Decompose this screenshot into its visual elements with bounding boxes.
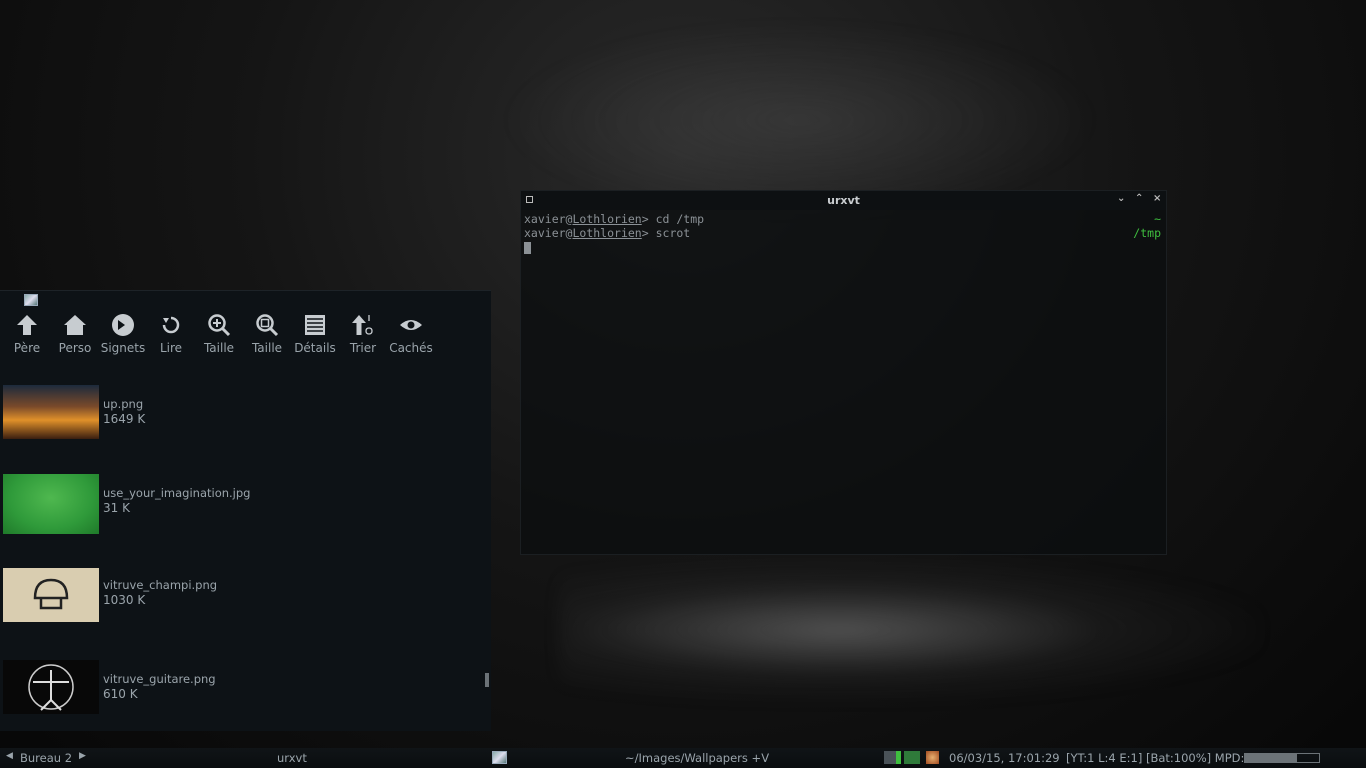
- taskbar-window-urxvt[interactable]: urxvt: [277, 751, 307, 765]
- workspace-name[interactable]: Bureau 2: [20, 751, 72, 765]
- monitor-tray-icon[interactable]: [884, 751, 896, 764]
- parent-button[interactable]: Père: [3, 313, 51, 357]
- right-prompt-path: /tmp: [1133, 226, 1161, 240]
- file-size: 1030 K: [103, 593, 146, 607]
- right-prompt-path: ~: [1154, 212, 1161, 226]
- app-tray-icon[interactable]: [926, 751, 939, 764]
- list-item[interactable]: up.png 1649 K: [3, 385, 483, 445]
- battery-tray-icon[interactable]: [896, 751, 901, 764]
- hidden-files-button[interactable]: Cachés: [387, 313, 435, 357]
- close-button[interactable]: ×: [1153, 193, 1161, 204]
- refresh-icon: [147, 313, 195, 337]
- toolbar-label: Père: [13, 341, 41, 355]
- list-item[interactable]: vitruve_champi.png 1030 K: [3, 568, 483, 628]
- prompt-user: xavier: [524, 226, 566, 240]
- up-arrow-icon: [3, 313, 51, 337]
- toolbar-label: Perso: [58, 341, 92, 355]
- download-tray-icon[interactable]: [904, 751, 920, 764]
- prev-workspace-icon[interactable]: ◀: [6, 751, 13, 761]
- file-name: up.png: [103, 397, 144, 411]
- details-button[interactable]: Détails: [291, 313, 339, 357]
- taskbar: ◀ Bureau 2 ▶ urxvt ~/Images/Wallpapers +…: [0, 748, 1366, 768]
- thumbnail: [3, 385, 99, 439]
- prompt-host: Lothlorien: [572, 212, 642, 226]
- file-name: vitruve_champi.png: [103, 578, 218, 592]
- list-item[interactable]: vitruve_guitare.png 610 K: [3, 660, 483, 720]
- bookmark-icon: [99, 313, 147, 337]
- file-manager-task-icon[interactable]: [492, 751, 507, 764]
- reload-button[interactable]: Lire: [147, 313, 195, 357]
- home-button[interactable]: Perso: [51, 313, 99, 357]
- home-icon: [51, 313, 99, 337]
- terminal-command: cd /tmp: [655, 212, 705, 226]
- toolbar-label: Lire: [159, 341, 183, 355]
- minimize-button[interactable]: ⌄: [1117, 193, 1125, 204]
- file-manager-window[interactable]: Père Perso Signets Lire Taille Taille Dé…: [0, 290, 491, 731]
- prompt-symbol: >: [641, 226, 656, 240]
- file-size: 610 K: [103, 687, 138, 701]
- next-workspace-icon[interactable]: ▶: [79, 751, 86, 761]
- zoom-in-icon: [195, 313, 243, 337]
- terminal-line: xavier@Lothlorien> scrot/tmp: [524, 226, 1163, 240]
- file-name: use_your_imagination.jpg: [103, 486, 251, 500]
- file-size: 31 K: [103, 501, 130, 515]
- terminal-titlebar[interactable]: urxvt ⌄ ⌃ ×: [521, 191, 1166, 210]
- thumbnail: [3, 474, 99, 534]
- zoom-in-button[interactable]: Taille: [195, 313, 243, 357]
- toolbar-label: Détails: [294, 341, 336, 355]
- prompt-symbol: >: [641, 212, 656, 226]
- details-icon: [291, 313, 339, 337]
- thumbnail: [3, 568, 99, 622]
- terminal-line: xavier@Lothlorien> cd /tmp ~: [524, 212, 1163, 226]
- sort-button[interactable]: Trier: [339, 313, 387, 357]
- maximize-button[interactable]: ⌃: [1135, 193, 1143, 204]
- bookmarks-button[interactable]: Signets: [99, 313, 147, 357]
- toolbar-label: Taille: [203, 341, 235, 355]
- toolbar-label: Signets: [100, 341, 146, 355]
- mpd-progress-fill: [1245, 754, 1297, 762]
- file-size: 1649 K: [103, 412, 146, 426]
- mpd-progress-bar[interactable]: [1244, 753, 1320, 763]
- status-text: [YT:1 L:4 E:1] [Bat:100%] MPD:: [1066, 751, 1245, 765]
- toolbar-label: Cachés: [389, 341, 433, 355]
- text-cursor: [524, 241, 531, 254]
- prompt-user: xavier: [524, 212, 566, 226]
- terminal-window[interactable]: urxvt ⌄ ⌃ × xavier@Lothlorien> cd /tmp ~ …: [520, 190, 1167, 555]
- scrollbar-thumb[interactable]: [485, 673, 489, 687]
- file-manager-app-icon: [24, 294, 38, 306]
- clock: 06/03/15, 17:01:29: [949, 751, 1060, 765]
- eye-icon: [387, 313, 435, 337]
- file-name: vitruve_guitare.png: [103, 672, 216, 686]
- terminal-title: urxvt: [827, 194, 860, 207]
- terminal-line: [524, 240, 1163, 254]
- toolbar-label: Taille: [251, 341, 283, 355]
- zoom-fit-icon: [243, 313, 291, 337]
- toolbar-label: Trier: [349, 341, 377, 355]
- taskbar-window-filemanager[interactable]: ~/Images/Wallpapers +V: [625, 751, 769, 765]
- prompt-host: Lothlorien: [572, 226, 642, 240]
- list-item[interactable]: use_your_imagination.jpg 31 K: [3, 474, 483, 534]
- file-manager-header: [0, 291, 491, 306]
- wallpaper-water-reflection: [560, 560, 1260, 700]
- zoom-fit-button[interactable]: Taille: [243, 313, 291, 357]
- terminal-content[interactable]: xavier@Lothlorien> cd /tmp ~ xavier@Lothl…: [521, 210, 1166, 256]
- terminal-command: scrot: [655, 226, 691, 240]
- thumbnail: [3, 660, 99, 714]
- file-manager-toolbar: Père Perso Signets Lire Taille Taille Dé…: [3, 313, 435, 357]
- sort-icon: [339, 313, 387, 337]
